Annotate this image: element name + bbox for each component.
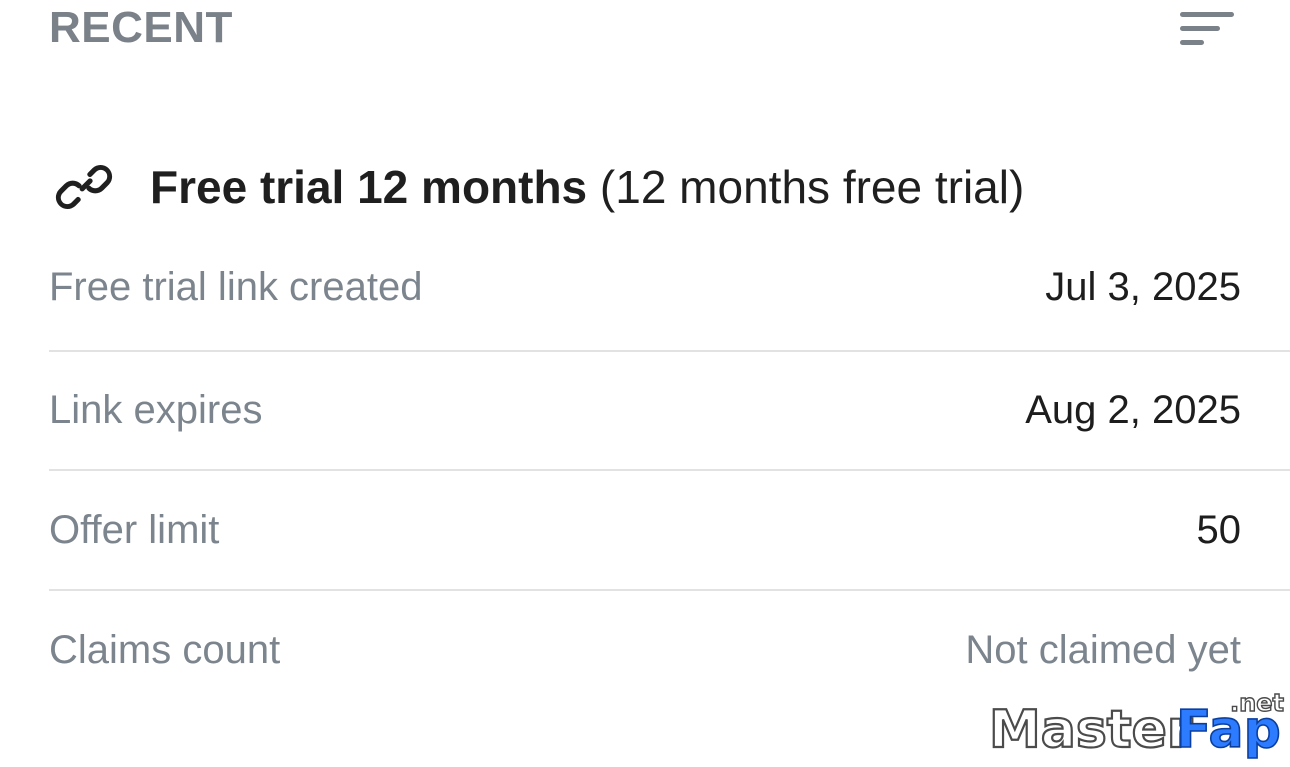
offer-limit-value: 50: [1196, 508, 1242, 552]
filter-icon: [1180, 12, 1234, 45]
svg-text:.net: .net: [1230, 689, 1284, 717]
section-title: RECENT: [49, 3, 233, 52]
watermark-logo: Master Fap .net: [988, 689, 1285, 761]
detail-row-limit: Offer limit 50: [49, 495, 1241, 565]
divider: [49, 589, 1290, 591]
expires-label: Link expires: [49, 388, 263, 432]
divider: [49, 469, 1290, 471]
offer-heading: Free trial 12 months (12 months free tri…: [52, 155, 1024, 219]
expires-value: Aug 2, 2025: [1025, 388, 1241, 432]
detail-row-created: Free trial link created Jul 3, 2025: [49, 252, 1241, 322]
created-label: Free trial link created: [49, 265, 423, 309]
created-value: Jul 3, 2025: [1045, 265, 1241, 309]
offer-title: Free trial 12 months (12 months free tri…: [150, 159, 1024, 215]
offer-limit-label: Offer limit: [49, 508, 220, 552]
offer-name: Free trial 12 months: [150, 161, 588, 213]
offer-subtitle: (12 months free trial): [599, 161, 1025, 213]
link-icon: [52, 155, 116, 219]
claims-count-label: Claims count: [49, 628, 281, 672]
detail-row-expires: Link expires Aug 2, 2025: [49, 375, 1241, 445]
detail-row-claims: Claims count Not claimed yet: [49, 615, 1241, 685]
divider: [49, 350, 1290, 352]
recent-header: RECENT: [49, 0, 1241, 60]
svg-text:Master: Master: [989, 700, 1193, 760]
filter-button[interactable]: [1173, 2, 1241, 56]
claims-count-value: Not claimed yet: [965, 628, 1241, 672]
